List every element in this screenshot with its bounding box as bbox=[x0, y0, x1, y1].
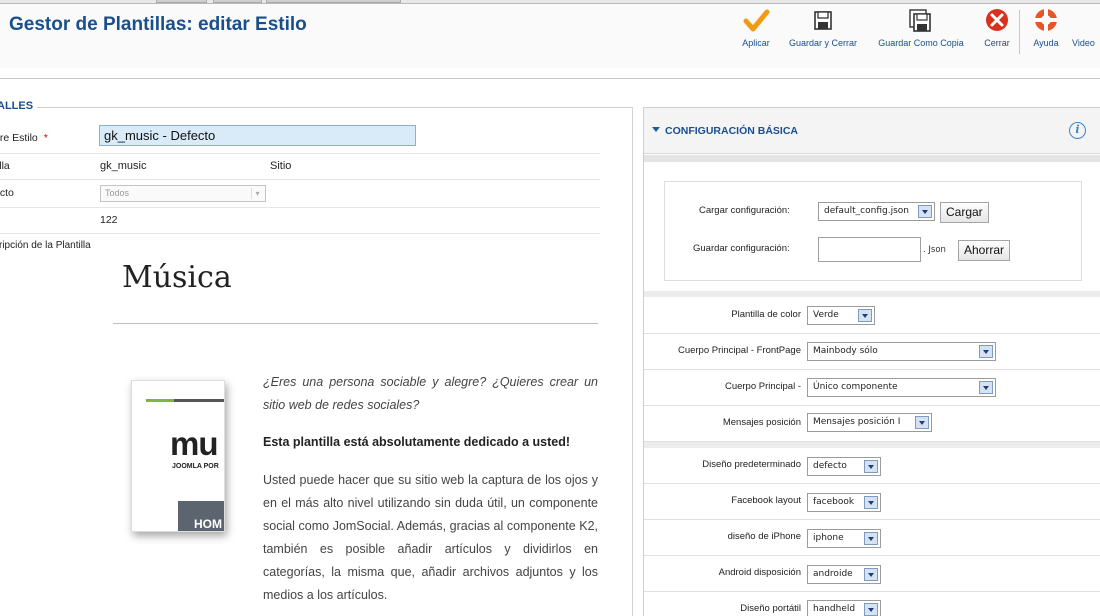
collapse-arrow-icon[interactable] bbox=[652, 127, 660, 132]
close-button[interactable]: Cerrar bbox=[980, 6, 1014, 54]
option-value: androide bbox=[813, 569, 853, 579]
load-config-value: default_config.json bbox=[824, 206, 909, 216]
section-separator bbox=[644, 155, 1100, 162]
option-row-handheld: Diseño portátil handheld bbox=[644, 592, 1100, 616]
chevron-down-icon bbox=[864, 496, 878, 509]
option-select-iphone[interactable]: iphone bbox=[807, 529, 881, 548]
chevron-down-icon bbox=[864, 460, 878, 473]
page-header: Gestor de Plantillas: editar Estilo Apli… bbox=[0, 4, 1100, 68]
option-row-facebook: Facebook layout facebook bbox=[644, 484, 1100, 520]
option-row-default-layout: Diseño predeterminado defecto bbox=[644, 448, 1100, 484]
load-config-label: Cargar configuración: bbox=[699, 205, 790, 216]
option-row-frontpage: Cuerpo Principal - FrontPage Mainbody só… bbox=[644, 334, 1100, 370]
option-value: Mainbody sólo bbox=[813, 346, 878, 356]
save-close-label: Guardar y Cerrar bbox=[788, 38, 858, 48]
save-copy-button[interactable]: Guardar Como Copia bbox=[872, 6, 970, 54]
config-panel-title: CONFIGURACIÓN BÁSICA bbox=[665, 125, 798, 137]
help-button[interactable]: Ayuda bbox=[1027, 6, 1065, 54]
page-title: Gestor de Plantillas: editar Estilo bbox=[9, 14, 307, 35]
option-value: Mensajes posición I bbox=[813, 417, 901, 427]
option-select-frontpage[interactable]: Mainbody sólo bbox=[807, 342, 996, 361]
config-panel: CONFIGURACIÓN BÁSICA i Cargar configurac… bbox=[643, 107, 1100, 616]
chevron-down-icon bbox=[979, 381, 993, 394]
option-select-color[interactable]: Verde bbox=[807, 306, 875, 325]
option-row-android: Android disposición androide bbox=[644, 556, 1100, 592]
option-row-mainbody: Cuerpo Principal - Único componente bbox=[644, 370, 1100, 406]
tab-remnant[interactable] bbox=[266, 0, 401, 3]
option-label: Plantilla de color bbox=[731, 309, 801, 320]
option-label: Mensajes posición bbox=[722, 417, 801, 428]
option-select-facebook[interactable]: facebook bbox=[807, 493, 881, 512]
option-value: handheld bbox=[813, 604, 856, 614]
json-suffix: . Json bbox=[923, 245, 946, 255]
check-icon bbox=[737, 6, 775, 36]
help-lifebuoy-icon bbox=[1027, 6, 1065, 36]
option-value: defecto bbox=[813, 461, 847, 471]
config-file-box: Cargar configuración: default_config.jso… bbox=[664, 181, 1082, 281]
option-select-handheld[interactable]: handheld bbox=[807, 600, 881, 616]
chevron-down-icon bbox=[858, 309, 872, 322]
chevron-down-icon bbox=[918, 205, 932, 218]
option-value: iphone bbox=[813, 533, 844, 543]
toolbar-divider bbox=[1019, 10, 1020, 54]
option-label: Cuerpo Principal - bbox=[724, 381, 801, 392]
save-config-input[interactable] bbox=[818, 237, 921, 262]
option-row-iphone: diseño de iPhone iphone bbox=[644, 520, 1100, 556]
option-row-messages: Mensajes posición Mensajes posición I bbox=[644, 406, 1100, 442]
close-label: Cerrar bbox=[984, 38, 1010, 48]
save-icon bbox=[784, 6, 862, 36]
chevron-down-icon bbox=[864, 532, 878, 545]
video-icon bbox=[1072, 6, 1100, 36]
option-select-messages[interactable]: Mensajes posición I bbox=[807, 413, 932, 432]
help-label: Ayuda bbox=[1033, 38, 1059, 48]
option-value: Verde bbox=[813, 310, 839, 320]
details-panel bbox=[0, 108, 633, 616]
config-panel-header[interactable]: CONFIGURACIÓN BÁSICA i bbox=[644, 108, 1100, 154]
option-label: Diseño portátil bbox=[740, 603, 801, 614]
close-icon bbox=[980, 6, 1014, 36]
chevron-down-icon bbox=[979, 345, 993, 358]
save-copy-icon bbox=[872, 6, 970, 36]
option-value: facebook bbox=[813, 497, 855, 507]
header-divider bbox=[0, 78, 1100, 79]
chevron-down-icon bbox=[915, 416, 929, 429]
option-label: Facebook layout bbox=[731, 495, 801, 506]
option-label: diseño de iPhone bbox=[727, 531, 801, 542]
tab-remnant[interactable] bbox=[156, 0, 207, 3]
option-label: Cuerpo Principal - FrontPage bbox=[677, 345, 801, 356]
option-select-mainbody[interactable]: Único componente bbox=[807, 378, 996, 397]
save-copy-label: Guardar Como Copia bbox=[878, 38, 964, 48]
apply-button[interactable]: Aplicar bbox=[737, 6, 775, 54]
video-label: Video bbox=[1072, 38, 1095, 48]
section-separator bbox=[644, 291, 1100, 297]
save-close-button[interactable]: Guardar y Cerrar bbox=[784, 6, 862, 54]
chevron-down-icon bbox=[864, 603, 878, 616]
tab-remnant[interactable] bbox=[213, 0, 262, 3]
option-label: Diseño predeterminado bbox=[702, 459, 801, 470]
option-select-android[interactable]: androide bbox=[807, 565, 881, 584]
option-row-color: Plantilla de color Verde bbox=[644, 298, 1100, 334]
option-label: Android disposición bbox=[718, 567, 801, 578]
info-icon[interactable]: i bbox=[1069, 122, 1086, 139]
video-button[interactable]: Video bbox=[1072, 6, 1100, 54]
load-config-button[interactable]: Cargar bbox=[940, 202, 989, 223]
apply-label: Aplicar bbox=[742, 38, 770, 48]
load-config-select[interactable]: default_config.json bbox=[818, 202, 935, 221]
save-config-label: Guardar configuración: bbox=[693, 243, 790, 254]
option-select-default-layout[interactable]: defecto bbox=[807, 457, 881, 476]
chevron-down-icon bbox=[864, 568, 878, 581]
save-config-button[interactable]: Ahorrar bbox=[958, 240, 1011, 261]
option-value: Único componente bbox=[813, 382, 898, 392]
